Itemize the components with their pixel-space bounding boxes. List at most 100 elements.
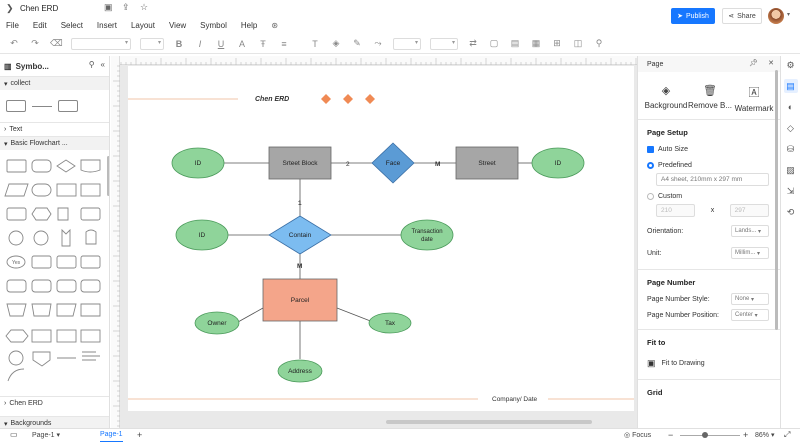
horizontal-scrollbar[interactable] (386, 420, 592, 424)
menu-file[interactable]: File (6, 21, 19, 30)
watermark-tool[interactable]: 🄰 Watermark (732, 84, 776, 113)
search-icon[interactable]: ⚲ (593, 38, 605, 49)
menu-select[interactable]: Select (61, 21, 83, 30)
font-size-dropdown[interactable]: ▾ (140, 37, 164, 50)
custom-height-field[interactable]: 297 (729, 204, 770, 217)
text-box-icon[interactable]: T (309, 39, 321, 49)
category-text[interactable]: › Text (0, 122, 109, 136)
category-chen-erd[interactable]: › Chen ERD (0, 396, 109, 410)
predefined-size-field[interactable]: A4 sheet, 210mm x 297 mm (656, 173, 769, 186)
redo-icon[interactable]: ↷ (29, 38, 41, 49)
connector-icon[interactable]: ⤳ (372, 38, 384, 49)
custom-radio[interactable] (647, 192, 654, 200)
search-icon[interactable]: ⚲ (89, 60, 95, 69)
group-icon[interactable]: ▦ (530, 38, 542, 49)
auto-size-checkbox[interactable] (647, 145, 654, 153)
predefined-row[interactable]: Predefined (638, 157, 780, 173)
add-page-icon[interactable]: + (137, 430, 142, 440)
collapse-icon[interactable]: « (101, 60, 105, 69)
rectangle-shape[interactable] (58, 100, 78, 112)
chevron-right-icon: › (4, 400, 7, 407)
page-number-style-label: Page Number Style: (647, 295, 710, 303)
predefined-radio[interactable] (647, 161, 654, 169)
italic-icon[interactable]: I (194, 39, 206, 49)
fit-to-drawing-button[interactable]: ▣ Fit to Drawing (638, 355, 780, 371)
line-jump-icon[interactable]: ⇄ (467, 38, 479, 49)
back-arrow-icon[interactable]: ❯ (6, 3, 14, 14)
close-icon[interactable]: ✕ (768, 59, 774, 67)
rectangle-shape[interactable] (6, 100, 26, 112)
size-icon[interactable]: ◫ (572, 38, 584, 49)
menu-layout[interactable]: Layout (131, 21, 155, 30)
library-title: Symbo... (15, 61, 49, 71)
theme-icon[interactable]: ◐ (784, 100, 798, 114)
share-button[interactable]: ⋖ Share (722, 8, 762, 24)
remove-background-tool[interactable]: 🗑︎ Remove B... (688, 84, 732, 113)
auto-size-row[interactable]: Auto Size (638, 141, 780, 157)
align-icon[interactable]: ≡ (278, 39, 290, 49)
strikethrough-icon[interactable]: Ŧ (257, 39, 269, 49)
page-number-style-row: Page Number Style: None ▾ (638, 291, 780, 307)
chevron-down-icon[interactable]: ▾ (787, 11, 790, 18)
zoom-out-icon[interactable]: − (668, 430, 673, 440)
line-shape[interactable] (32, 105, 52, 107)
menu-help[interactable]: Help (241, 21, 257, 30)
star-icon[interactable]: ☆ (140, 2, 150, 14)
zoom-slider-handle[interactable] (702, 432, 708, 438)
page-number-style-select[interactable]: None ▾ (731, 293, 769, 305)
lock-icon[interactable]: ⊞ (551, 38, 563, 49)
page-layout-icon[interactable]: ▭ (10, 430, 18, 439)
arrange-icon[interactable]: ▤ (509, 38, 521, 49)
zoom-slider-track[interactable] (680, 435, 740, 436)
image-icon[interactable]: ▨ (784, 163, 798, 177)
canvas-area[interactable]: Chen ERD 2 M 1 M Srteet Block Street Par… (111, 56, 637, 428)
custom-row[interactable]: Custom (638, 188, 780, 204)
bold-icon[interactable]: B (173, 39, 185, 49)
category-backgrounds[interactable]: ▾ Backgrounds (0, 416, 109, 428)
page-number-position-select[interactable]: Center ▾ (731, 309, 769, 321)
shadow-icon[interactable]: ▢ (488, 38, 500, 49)
page-selector[interactable]: Page-1 ▾ (32, 431, 60, 439)
format-painter-icon[interactable]: ⌫ (50, 38, 63, 49)
panel-scrollbar[interactable] (775, 70, 778, 330)
arrow-style-dropdown[interactable]: ▾ (430, 37, 458, 50)
underline-icon[interactable]: U (215, 39, 227, 49)
menu-insert[interactable]: Insert (97, 21, 117, 30)
format-icon[interactable]: ⚙ (784, 58, 798, 72)
ruler-ticks-vertical (113, 65, 120, 427)
undo-icon[interactable]: ↶ (8, 38, 20, 49)
font-color-icon[interactable]: A (236, 39, 248, 49)
unit-select[interactable]: Millim... ▾ (731, 247, 769, 259)
custom-width-field[interactable]: 210 (656, 204, 696, 217)
page-icon[interactable]: ▤ (783, 79, 798, 93)
fullscreen-icon[interactable]: ⤢ (784, 430, 790, 440)
pin-icon[interactable]: 📌︎ (749, 59, 758, 67)
ai-icon[interactable]: ⊛ (271, 21, 278, 30)
tab-page-1[interactable]: Page-1 (100, 429, 123, 442)
history-icon[interactable]: ⟲ (784, 205, 798, 219)
save-icon[interactable]: ▣ (104, 2, 114, 14)
layers-icon[interactable]: ◇ (784, 121, 798, 135)
category-collect[interactable]: ▾ collect (0, 76, 109, 90)
line-color-icon[interactable]: ✎ (351, 38, 363, 49)
drawing-page[interactable]: Chen ERD 2 M 1 M Srteet Block Street Par… (128, 66, 634, 411)
zoom-in-icon[interactable]: + (743, 430, 748, 440)
panel-scrollbar[interactable] (107, 156, 109, 196)
menu-symbol[interactable]: Symbol (200, 21, 227, 30)
category-basic-flowchart[interactable]: ▾ Basic Flowchart ... (0, 136, 109, 150)
header-diamond-2 (343, 94, 353, 104)
menu-edit[interactable]: Edit (33, 21, 47, 30)
share-doc-icon[interactable]: ⇪ (122, 2, 132, 14)
focus-button[interactable]: ◎ Focus (624, 431, 651, 439)
fill-icon[interactable]: ◈ (330, 38, 342, 49)
orientation-select[interactable]: Lands... ▾ (731, 225, 769, 237)
menu-view[interactable]: View (169, 21, 186, 30)
publish-button[interactable]: ➤ Publish (671, 8, 715, 24)
avatar[interactable] (768, 8, 784, 24)
export-icon[interactable]: ⇲ (784, 184, 798, 198)
font-family-dropdown[interactable]: ▾ (71, 37, 131, 50)
background-tool[interactable]: ◈ Background (644, 84, 688, 113)
data-icon[interactable]: ⛁ (784, 142, 798, 156)
line-style-dropdown[interactable]: ▾ (393, 37, 421, 50)
zoom-level[interactable]: 86% ▾ (755, 431, 774, 439)
